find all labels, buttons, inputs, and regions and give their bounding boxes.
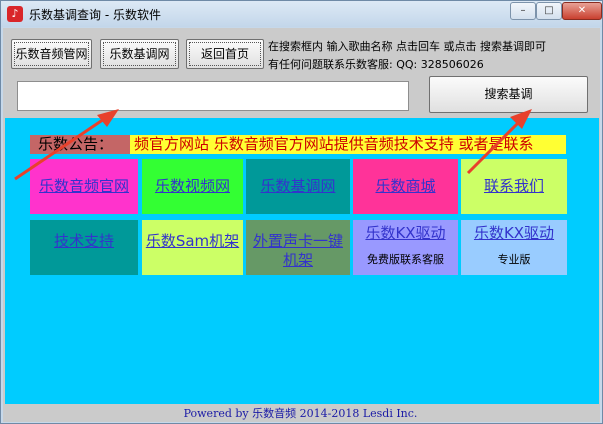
nav-tile-link[interactable]: 乐数基调网 bbox=[246, 177, 350, 196]
window-title: 乐数基调查询 - 乐数软件 bbox=[29, 8, 161, 22]
help-text-line2: 有任何问题联系乐数客服: QQ: 328506026 bbox=[268, 58, 484, 71]
home-button[interactable]: 返回首页 bbox=[186, 39, 264, 69]
nav-tile-subtitle: 免费版联系客服 bbox=[367, 253, 444, 266]
minimize-button[interactable]: – bbox=[510, 2, 536, 20]
key-site-button[interactable]: 乐数基调网 bbox=[100, 39, 179, 69]
nav-tile[interactable]: 乐数基调网 bbox=[246, 159, 350, 214]
home-button-label: 返回首页 bbox=[189, 42, 261, 66]
close-button[interactable]: ✕ bbox=[562, 2, 602, 20]
nav-tile[interactable]: 乐数Sam机架 bbox=[142, 220, 243, 275]
app-window: ♪ 乐数基调查询 - 乐数软件 – □ ✕ 乐数音频管网 乐数基调网 返回首页 … bbox=[0, 0, 603, 424]
nav-tile-link[interactable]: 外置声卡一键机架 bbox=[246, 232, 350, 270]
footer-credit: Powered by 乐数音频 2014-2018 Lesdi Inc. bbox=[183, 407, 418, 420]
pointer-arrow-left bbox=[14, 109, 119, 181]
maximize-button[interactable]: □ bbox=[536, 2, 562, 20]
pointer-arrow-right bbox=[466, 109, 532, 175]
nav-tile-link[interactable]: 乐数KX驱动 bbox=[353, 224, 458, 243]
nav-tile[interactable]: 乐数KX驱动免费版联系客服 bbox=[353, 220, 458, 275]
key-site-button-label: 乐数基调网 bbox=[103, 42, 176, 66]
nav-tile[interactable]: 乐数KX驱动专业版 bbox=[461, 220, 567, 275]
nav-tile[interactable]: 技术支持 bbox=[30, 220, 138, 275]
nav-tile[interactable]: 乐数商城 bbox=[353, 159, 458, 214]
nav-tile-link[interactable]: 技术支持 bbox=[30, 232, 138, 251]
nav-tile-link[interactable]: 乐数Sam机架 bbox=[142, 232, 243, 251]
audio-site-button-label: 乐数音频管网 bbox=[14, 42, 89, 66]
nav-tile-link[interactable]: 乐数KX驱动 bbox=[461, 224, 567, 243]
nav-tile-subtitle: 专业版 bbox=[497, 253, 531, 266]
title-bar[interactable]: ♪ 乐数基调查询 - 乐数软件 – □ ✕ bbox=[1, 1, 602, 27]
nav-tile[interactable]: 外置声卡一键机架 bbox=[246, 220, 350, 275]
nav-tile[interactable]: 乐数视频网 bbox=[142, 159, 243, 214]
nav-tile-link[interactable]: 乐数视频网 bbox=[142, 177, 243, 196]
nav-tile-link[interactable]: 乐数商城 bbox=[353, 177, 458, 196]
help-text-line1: 在搜索框内 输入歌曲名称 点击回车 或点击 搜索基调即可 bbox=[268, 40, 546, 53]
audio-site-button[interactable]: 乐数音频管网 bbox=[11, 39, 92, 69]
music-note-icon: ♪ bbox=[7, 6, 23, 22]
